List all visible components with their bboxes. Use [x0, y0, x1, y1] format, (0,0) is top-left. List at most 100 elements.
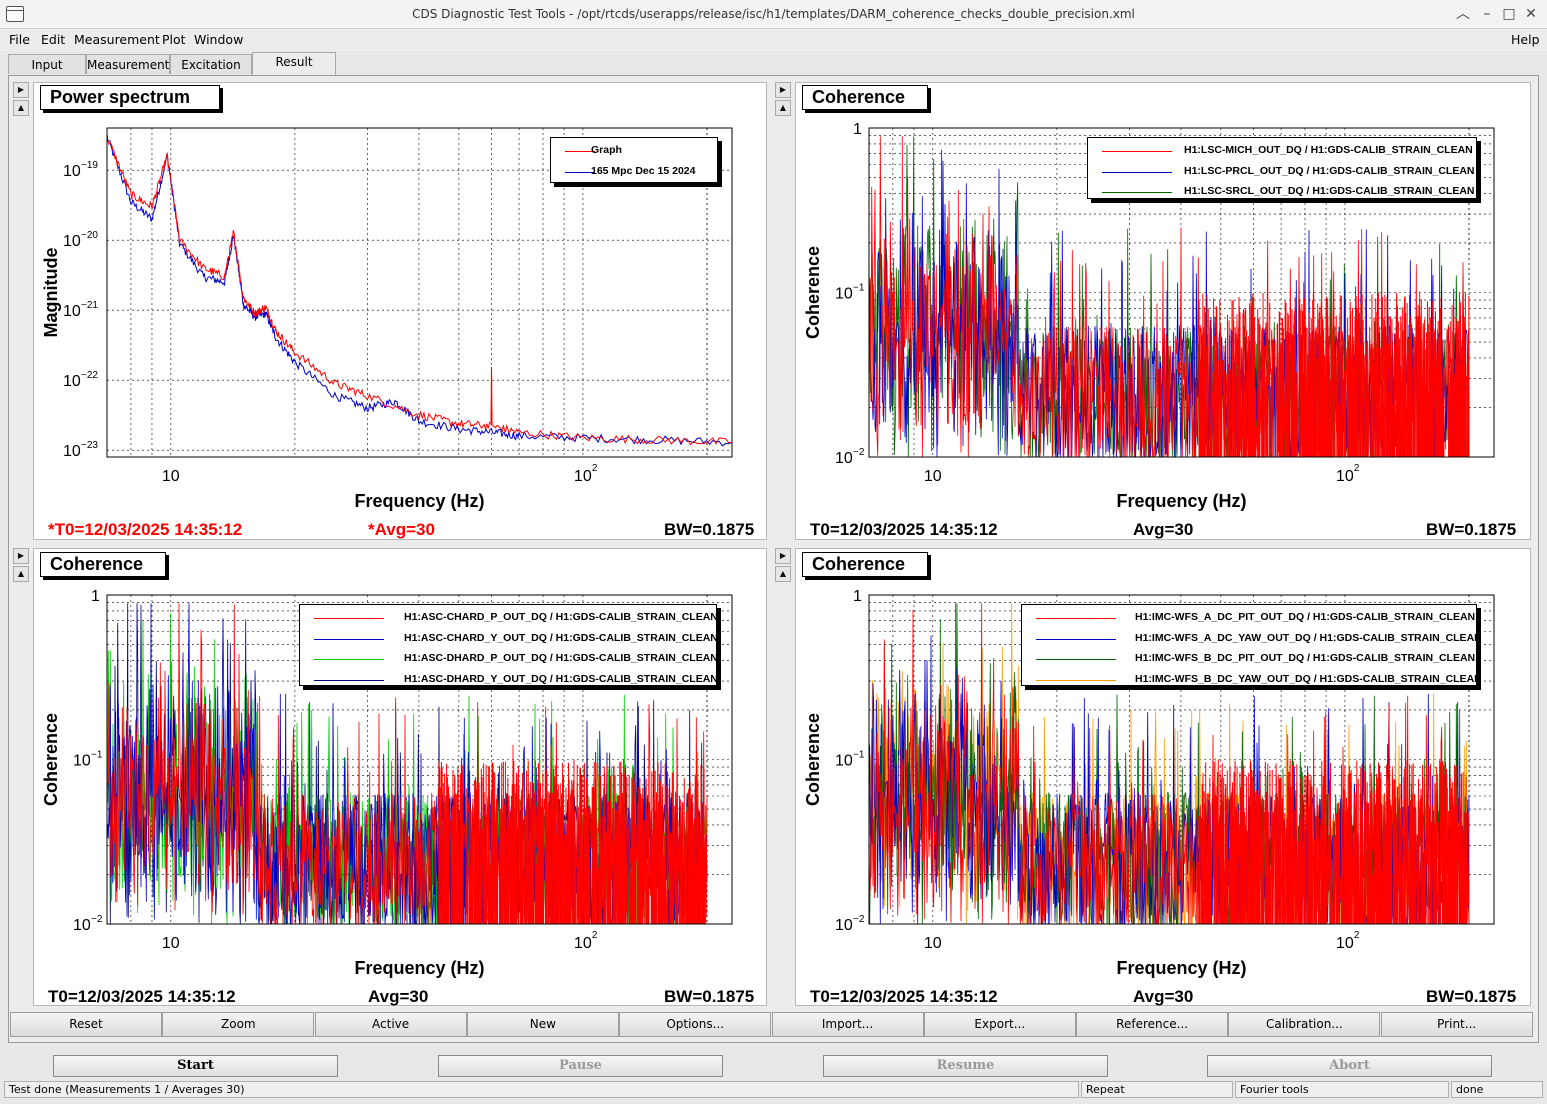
x-tick-exponent: 2 — [592, 463, 598, 474]
x-axis-label: Frequency (Hz) — [354, 491, 484, 511]
y-axis-label: Coherence — [803, 246, 823, 339]
y-tick-exponent: −2 — [853, 914, 865, 925]
legend-swatch — [1036, 618, 1116, 619]
legend-label: H1:LSC-MICH_OUT_DQ / H1:GDS-CALIB_STRAIN… — [1184, 144, 1473, 156]
new-button[interactable]: New — [466, 1012, 619, 1037]
legend-swatch — [314, 618, 384, 619]
pad-title: Power spectrum — [40, 85, 220, 110]
legend-entry: H1:LSC-MICH_OUT_DQ / H1:GDS-CALIB_STRAIN… — [1088, 142, 1476, 162]
zoom-button[interactable]: Zoom — [162, 1012, 315, 1037]
x-tick-label: 10 — [574, 935, 592, 952]
pad-expand-arrow[interactable]: ▶ — [775, 82, 791, 98]
pause-button[interactable]: Pause — [438, 1055, 723, 1077]
status-tool: Fourier tools — [1235, 1081, 1449, 1098]
x-axis-label: Frequency (Hz) — [1116, 958, 1246, 978]
import-button[interactable]: Import... — [771, 1012, 924, 1037]
export-button[interactable]: Export... — [923, 1012, 1076, 1037]
legend-entry: H1:IMC-WFS_A_DC_YAW_OUT_DQ / H1:GDS-CALI… — [1022, 630, 1482, 650]
tab-excitation[interactable]: Excitation — [170, 54, 252, 74]
y-tick-label: 1 — [853, 588, 862, 605]
legend-entry: H1:LSC-PRCL_OUT_DQ / H1:GDS-CALIB_STRAIN… — [1088, 163, 1476, 183]
tab-input[interactable]: Input — [8, 54, 86, 74]
legend-entry: H1:ASC-CHARD_P_OUT_DQ / H1:GDS-CALIB_STR… — [300, 609, 718, 629]
pad-collapse-arrow[interactable]: ▲ — [13, 566, 29, 582]
tab-measurement[interactable]: Measurement — [86, 54, 170, 74]
tab-result[interactable]: Result — [252, 52, 336, 75]
pad-collapse-arrow[interactable]: ▲ — [13, 100, 29, 116]
y-tick-label: 1 — [91, 588, 100, 605]
legend-label: H1:LSC-SRCL_OUT_DQ / H1:GDS-CALIB_STRAIN… — [1184, 185, 1475, 197]
pad-expand-arrow[interactable]: ▶ — [13, 548, 29, 564]
y-tick-exponent: −23 — [81, 440, 98, 451]
y-tick-exponent: −20 — [81, 230, 98, 241]
footer-avg: *Avg=30 — [368, 520, 435, 539]
legend-label: Graph — [591, 144, 622, 156]
minimize-icon[interactable]: – — [1478, 5, 1496, 23]
legend-swatch — [1102, 151, 1172, 152]
shade-window-icon[interactable]: ︿ — [1454, 5, 1472, 23]
y-tick-label: 10 — [73, 753, 91, 770]
y-axis-label: Coherence — [41, 713, 61, 806]
x-tick-label: 10 — [1336, 935, 1354, 952]
plot-pad-3[interactable]: 1 10 −1 10 −2 10 10 2 Frequency (Hz) Coherence Coh… — [33, 548, 767, 1006]
legend-swatch — [1102, 192, 1172, 193]
plot-pad-4[interactable]: 1 10 −1 10 −2 10 10 2 Frequency (Hz) Coherence Coh… — [795, 548, 1531, 1006]
pad-title: Coherence — [40, 552, 166, 577]
legend-label: H1:ASC-CHARD_Y_OUT_DQ / H1:GDS-CALIB_STR… — [404, 631, 718, 644]
x-tick-exponent: 2 — [1354, 930, 1360, 941]
footer-t0: T0=12/03/2025 14:35:12 — [48, 987, 236, 1006]
legend-label: H1:ASC-DHARD_Y_OUT_DQ / H1:GDS-CALIB_STR… — [404, 672, 718, 685]
options-button[interactable]: Options... — [619, 1012, 772, 1037]
menu-plot[interactable]: Plot — [162, 32, 186, 47]
x-tick-label: 10 — [162, 468, 180, 485]
legend-swatch — [314, 659, 384, 660]
calibration-button[interactable]: Calibration... — [1228, 1012, 1381, 1037]
legend-label: H1:IMC-WFS_A_DC_YAW_OUT_DQ / H1:GDS-CALI… — [1135, 631, 1482, 644]
legend: H1:ASC-CHARD_P_OUT_DQ / H1:GDS-CALIB_STR… — [299, 604, 718, 686]
status-repeat: Repeat — [1081, 1081, 1233, 1098]
y-tick-exponent: −19 — [81, 160, 98, 171]
legend-label: H1:IMC-WFS_B_DC_YAW_OUT_DQ / H1:GDS-CALI… — [1135, 672, 1482, 685]
pad-collapse-arrow[interactable]: ▲ — [775, 566, 791, 582]
menu-file[interactable]: File — [9, 32, 30, 47]
pad-expand-arrow[interactable]: ▶ — [775, 548, 791, 564]
legend-label: H1:ASC-CHARD_P_OUT_DQ / H1:GDS-CALIB_STR… — [404, 611, 718, 623]
pad-expand-arrow[interactable]: ▶ — [13, 82, 29, 98]
maximize-icon[interactable]: □ — [1500, 5, 1518, 23]
plot-pad-2[interactable]: 1 10 −1 10 −2 10 10 2 Frequency (Hz) Coherence Coh… — [795, 82, 1531, 540]
y-tick-label: 10 — [63, 373, 81, 390]
reset-button[interactable]: Reset — [10, 1012, 162, 1037]
window-title: CDS Diagnostic Test Tools - /opt/rtcds/u… — [412, 7, 1135, 21]
y-tick-exponent: −1 — [853, 750, 865, 761]
x-tick-label: 10 — [162, 935, 180, 952]
footer-bw: BW=0.1875 — [664, 520, 755, 539]
menu-help[interactable]: Help — [1511, 32, 1540, 47]
legend-label: H1:LSC-PRCL_OUT_DQ / H1:GDS-CALIB_STRAIN… — [1184, 164, 1475, 177]
legend-entry: H1:ASC-CHARD_Y_OUT_DQ / H1:GDS-CALIB_STR… — [300, 630, 718, 650]
legend-label: H1:IMC-WFS_A_DC_PIT_OUT_DQ / H1:GDS-CALI… — [1135, 611, 1476, 623]
y-tick-exponent: −1 — [853, 283, 865, 294]
legend-entry: H1:LSC-SRCL_OUT_DQ / H1:GDS-CALIB_STRAIN… — [1088, 183, 1476, 203]
abort-button[interactable]: Abort — [1207, 1055, 1492, 1077]
menu-window[interactable]: Window — [194, 32, 243, 47]
resume-button[interactable]: Resume — [823, 1055, 1108, 1077]
y-tick-label: 10 — [63, 163, 81, 180]
legend: Graph 165 Mpc Dec 15 2024 — [550, 137, 718, 183]
close-icon[interactable]: ✕ — [1522, 5, 1540, 23]
legend-entry: Graph — [551, 142, 717, 162]
start-button[interactable]: Start — [53, 1055, 338, 1077]
legend-swatch — [314, 679, 384, 681]
legend-entry: 165 Mpc Dec 15 2024 — [551, 163, 717, 183]
y-tick-label: 10 — [63, 233, 81, 250]
print-button[interactable]: Print... — [1380, 1012, 1533, 1037]
menu-edit[interactable]: Edit — [41, 32, 65, 47]
reference-button[interactable]: Reference... — [1076, 1012, 1229, 1037]
plot-pad-1[interactable]: 10 −19 10 −20 10 −21 10 −22 10 −23 10 10 2 Frequency … — [33, 82, 767, 540]
menu-measurement[interactable]: Measurement — [74, 32, 160, 47]
pad-collapse-arrow[interactable]: ▲ — [775, 100, 791, 116]
y-tick-exponent: −2 — [91, 914, 103, 925]
active-button[interactable]: Active — [314, 1012, 467, 1037]
legend: H1:LSC-MICH_OUT_DQ / H1:GDS-CALIB_STRAIN… — [1087, 137, 1477, 199]
status-state: done — [1451, 1081, 1543, 1098]
legend-label: H1:IMC-WFS_B_DC_PIT_OUT_DQ / H1:GDS-CALI… — [1135, 652, 1476, 664]
